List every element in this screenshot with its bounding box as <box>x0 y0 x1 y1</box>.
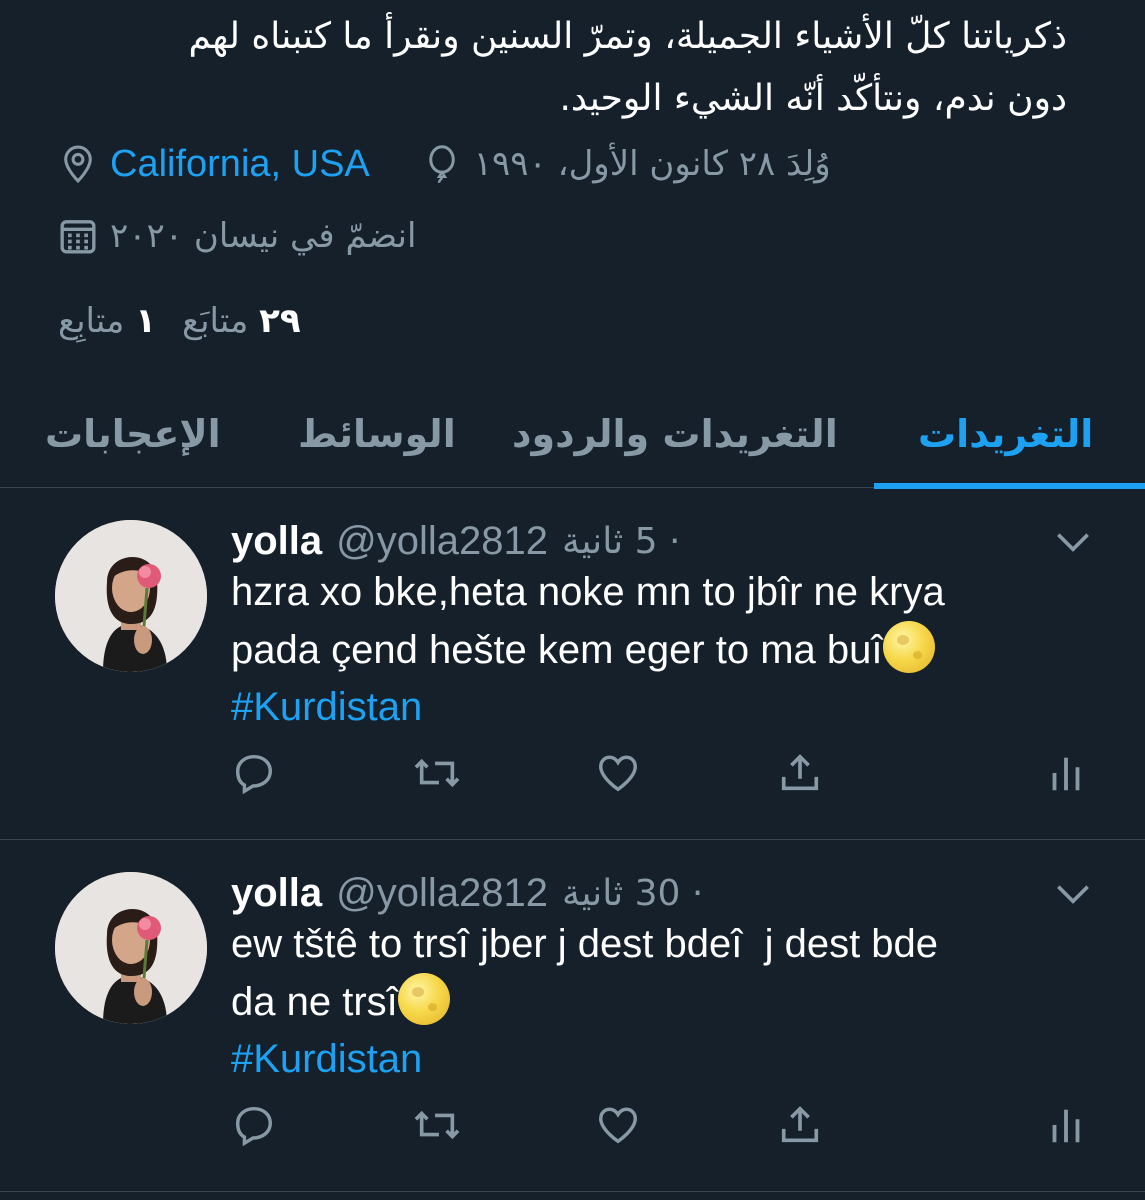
tweet-header: yolla @yolla2812 · 5 ثانية <box>231 512 680 570</box>
balloon-icon <box>422 144 462 184</box>
bio-line-1: ذكرياتنا كلّ الأشياء الجميلة، وتمرّ السن… <box>188 16 1067 57</box>
followers-link[interactable]: ١ متابِع <box>58 301 156 341</box>
analytics-icon[interactable] <box>1043 750 1091 798</box>
followers-label: متابِع <box>58 301 125 341</box>
joined-date: انضمّ في نيسان ٢٠٢٠ <box>110 216 417 256</box>
full-moon-emoji <box>882 621 935 673</box>
reply-icon[interactable] <box>231 1102 279 1150</box>
author-name[interactable]: yolla <box>231 519 322 564</box>
tweet-text-line: da ne trsî <box>231 980 398 1024</box>
profile-meta-row: California, USA وُلِدَ ٢٨ كانون الأول، ١… <box>58 134 831 194</box>
follow-stats: ٢٩ متابَع ١ متابِع <box>58 292 301 350</box>
tab-likes[interactable]: الإعجابات <box>45 392 221 476</box>
tweet-time[interactable]: · 5 ثانية <box>562 521 680 562</box>
analytics-icon[interactable] <box>1043 1102 1091 1150</box>
profile-bio: ذكرياتنا كلّ الأشياء الجميلة، وتمرّ السن… <box>40 6 1067 130</box>
heart-icon[interactable] <box>595 1102 643 1150</box>
tab-media[interactable]: الوسائط <box>298 392 456 476</box>
profile-joined-row: انضمّ في نيسان ٢٠٢٠ <box>58 206 416 266</box>
retweet-icon[interactable] <box>411 1102 460 1150</box>
chevron-down-icon[interactable] <box>1051 520 1095 564</box>
profile-page: ذكرياتنا كلّ الأشياء الجميلة، وتمرّ السن… <box>0 0 1145 1200</box>
reply-icon[interactable] <box>231 750 279 798</box>
tweet-actions <box>231 750 1091 810</box>
hashtag-link[interactable]: #Kurdistan <box>231 679 1111 736</box>
share-icon[interactable] <box>777 750 825 798</box>
bio-line-2: دون ندم، ونتأكّد أنّه الشيء الوحيد. <box>559 78 1067 119</box>
author-handle[interactable]: @yolla2812 <box>336 871 548 916</box>
tab-tweets[interactable]: التغريدات <box>918 392 1093 476</box>
following-count: ٢٩ <box>259 301 301 341</box>
followers-count: ١ <box>135 301 156 341</box>
tweet-text-line: hzra xo bke,heta noke mn to jbîr ne krya <box>231 570 945 614</box>
hashtag-link[interactable]: #Kurdistan <box>231 1031 1111 1088</box>
share-icon[interactable] <box>777 1102 825 1150</box>
avatar[interactable] <box>55 520 207 672</box>
following-label: متابَع <box>181 301 249 341</box>
tweet[interactable]: yolla @yolla2812 · 5 ثانية hzra xo bke,h… <box>0 488 1145 840</box>
calendar-icon <box>58 216 98 256</box>
retweet-icon[interactable] <box>411 750 460 798</box>
tweet-header: yolla @yolla2812 · 30 ثانية <box>231 864 703 922</box>
tweet-text-line: pada çend hešte kem eger to ma buî <box>231 628 883 672</box>
birth-date: وُلِدَ ٢٨ كانون الأول، ١٩٩٠ <box>473 144 831 184</box>
location-link[interactable]: California, USA <box>110 143 370 186</box>
tweet-actions <box>231 1102 1091 1162</box>
tab-tweets-replies[interactable]: التغريدات والردود <box>512 392 838 476</box>
profile-tabs: التغريدات التغريدات والردود الوسائط الإع… <box>0 380 1145 489</box>
tweet[interactable]: yolla @yolla2812 · 30 ثانية ew tštê to t… <box>0 840 1145 1192</box>
full-moon-emoji <box>397 973 450 1025</box>
location-pin-icon <box>58 144 98 184</box>
author-handle[interactable]: @yolla2812 <box>336 519 548 564</box>
author-name[interactable]: yolla <box>231 871 322 916</box>
tweet-text: ew tštê to trsî jber j dest bdeî j dest … <box>231 916 1111 1088</box>
tweet-text: hzra xo bke,heta noke mn to jbîr ne krya… <box>231 564 1111 736</box>
tweet-time[interactable]: · 30 ثانية <box>562 873 703 914</box>
tweet-text-line: ew tštê to trsî jber j dest bdeî j dest … <box>231 922 939 966</box>
following-link[interactable]: ٢٩ متابَع <box>182 301 301 341</box>
heart-icon[interactable] <box>595 750 643 798</box>
avatar[interactable] <box>55 872 207 1024</box>
chevron-down-icon[interactable] <box>1051 872 1095 916</box>
